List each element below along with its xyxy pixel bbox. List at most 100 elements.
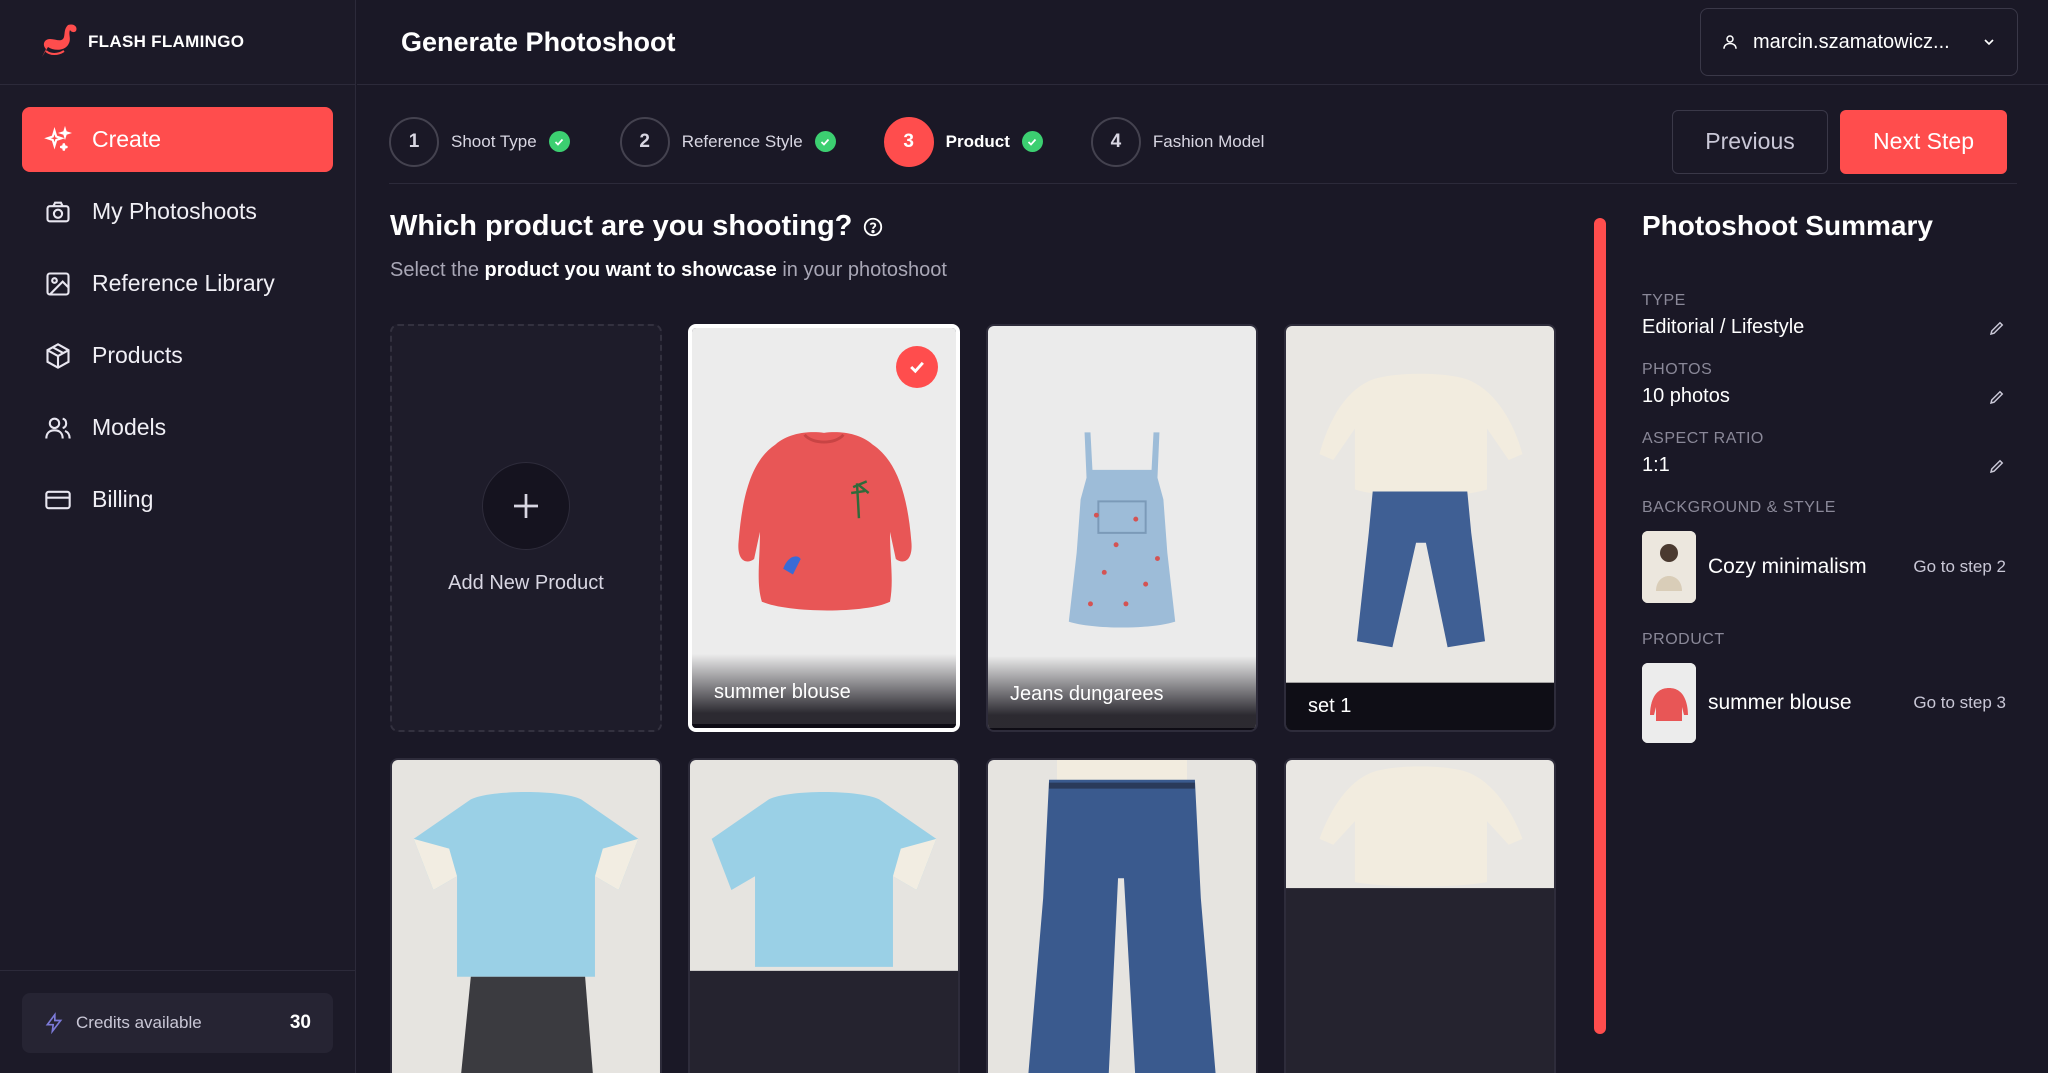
summary-title: Photoshoot Summary bbox=[1642, 210, 1933, 241]
summary-type: TYPE Editorial / Lifestyle bbox=[1642, 292, 2006, 339]
summary-ratio-value: 1:1 bbox=[1642, 454, 1670, 476]
lightning-icon bbox=[45, 1012, 63, 1034]
chevron-down-icon bbox=[1984, 39, 1994, 46]
credits-value: 30 bbox=[289, 1012, 311, 1033]
summary-product-label: PRODUCT bbox=[1642, 631, 1725, 648]
product-card-tshirt-set[interactable] bbox=[390, 758, 662, 1073]
product-image bbox=[988, 760, 1256, 1073]
product-card-summer-blouse[interactable]: summer blouse bbox=[688, 324, 960, 732]
user-menu-button[interactable]: marcin.szamatowicz... bbox=[1700, 8, 2018, 76]
section-subtitle: Select the product you want to showcase … bbox=[390, 259, 1560, 282]
background-thumbnail bbox=[1642, 531, 1696, 603]
selected-check-icon bbox=[896, 346, 938, 388]
sidebar-item-products[interactable]: Products bbox=[22, 323, 333, 388]
sparkles-icon bbox=[44, 125, 72, 151]
summary-photos-label: PHOTOS bbox=[1642, 361, 1713, 378]
previous-button[interactable]: Previous bbox=[1672, 109, 1828, 174]
product-card-jeans-dungarees[interactable]: Jeans dungarees bbox=[986, 324, 1258, 732]
sidebar-item-billing[interactable]: Billing bbox=[22, 467, 333, 532]
photoshoot-summary: Photoshoot Summary TYPE Editorial / Life… bbox=[1642, 210, 2006, 743]
summary-type-value: Editorial / Lifestyle bbox=[1642, 316, 1805, 338]
help-icon[interactable] bbox=[862, 216, 884, 238]
check-icon bbox=[548, 131, 570, 152]
camera-icon bbox=[46, 201, 70, 222]
sidebar-item-label: Create bbox=[92, 126, 162, 152]
edit-type-icon[interactable] bbox=[1988, 319, 2006, 337]
summary-product: PRODUCT summer blouse Go to step 3 bbox=[1642, 631, 2006, 743]
section-title: Which product are you shooting? bbox=[390, 210, 1560, 243]
summary-ratio-label: ASPECT RATIO bbox=[1642, 430, 1764, 447]
step-label: Product bbox=[945, 131, 1010, 151]
step-actions: Previous Next Step bbox=[1672, 109, 2007, 174]
box-icon bbox=[46, 342, 70, 369]
user-icon bbox=[1723, 35, 1737, 49]
sidebar-item-models[interactable]: Models bbox=[22, 395, 333, 460]
product-image bbox=[690, 760, 958, 1073]
users-icon bbox=[45, 417, 71, 439]
summary-background: BACKGROUND & STYLE Cozy minimalism Go to… bbox=[1642, 499, 2006, 603]
step-number: 4 bbox=[1090, 116, 1141, 167]
flamingo-logo-icon bbox=[42, 24, 77, 58]
step-shoot-type[interactable]: 1 Shoot Type bbox=[389, 116, 570, 167]
add-new-product-label: Add New Product bbox=[448, 571, 604, 594]
step-label: Shoot Type bbox=[451, 131, 537, 151]
go-to-step-2-link[interactable]: Go to step 2 bbox=[1913, 557, 2006, 577]
sidebar-item-reference-library[interactable]: Reference Library bbox=[22, 251, 333, 316]
step-number: 3 bbox=[883, 116, 934, 167]
summary-photos: PHOTOS 10 photos bbox=[1642, 361, 2006, 408]
product-grid-row-2 bbox=[390, 758, 1560, 1073]
summary-bg-value: Cozy minimalism bbox=[1708, 555, 1867, 578]
product-card-tshirt[interactable] bbox=[688, 758, 960, 1073]
go-to-step-3-link[interactable]: Go to step 3 bbox=[1913, 693, 2006, 713]
sidebar-item-label: Reference Library bbox=[92, 270, 275, 296]
summary-bg-label: BACKGROUND & STYLE bbox=[1642, 499, 1836, 516]
step-number: 2 bbox=[619, 116, 670, 167]
product-selection: Which product are you shooting? Select t… bbox=[390, 210, 1560, 1073]
check-icon bbox=[1021, 131, 1043, 152]
add-new-product-card[interactable]: Add New Product bbox=[390, 324, 662, 732]
product-image bbox=[1286, 760, 1554, 1073]
product-card-sweatshirt[interactable] bbox=[1284, 758, 1556, 1073]
subtitle-post: in your photoshoot bbox=[776, 259, 947, 281]
product-name: set 1 bbox=[1286, 684, 1554, 730]
sidebar-nav: Create My Photoshoots Reference Library … bbox=[0, 85, 355, 532]
sidebar-item-create[interactable]: Create bbox=[22, 107, 333, 172]
product-name: Jeans dungarees bbox=[988, 656, 1256, 730]
topbar: Generate Photoshoot marcin.szamatowicz..… bbox=[357, 0, 2048, 85]
plus-icon bbox=[482, 461, 570, 550]
step-fashion-model[interactable]: 4 Fashion Model bbox=[1090, 116, 1265, 167]
edit-photos-icon[interactable] bbox=[1988, 388, 2006, 406]
scroll-indicator[interactable] bbox=[1594, 218, 1606, 1034]
summary-product-value: summer blouse bbox=[1708, 691, 1852, 714]
step-number: 1 bbox=[389, 116, 439, 167]
product-card-set-1[interactable]: set 1 bbox=[1284, 324, 1556, 732]
step-reference-style[interactable]: 2 Reference Style bbox=[619, 116, 836, 167]
logo[interactable]: FLASH FLAMINGO bbox=[0, 0, 355, 85]
credits-label: Credits available bbox=[76, 1013, 202, 1032]
step-product[interactable]: 3 Product bbox=[883, 116, 1043, 167]
sidebar-footer: Credits available 30 bbox=[0, 970, 355, 1073]
stepper: 1 Shoot Type 2 Reference Style 3 Product… bbox=[389, 100, 2017, 184]
card-icon bbox=[45, 490, 71, 509]
product-grid: Add New Product summer blouse Jeans dung… bbox=[390, 324, 1560, 732]
subtitle-pre: Select the bbox=[390, 259, 485, 281]
page-title: Generate Photoshoot bbox=[401, 26, 676, 57]
credits-panel[interactable]: Credits available 30 bbox=[22, 993, 333, 1053]
summary-photos-value: 10 photos bbox=[1642, 385, 1730, 407]
product-card-jeans[interactable] bbox=[986, 758, 1258, 1073]
check-icon bbox=[814, 131, 836, 152]
product-name: summer blouse bbox=[692, 654, 956, 728]
subtitle-bold: product you want to showcase bbox=[484, 259, 777, 281]
next-step-button[interactable]: Next Step bbox=[1840, 109, 2007, 174]
step-label: Reference Style bbox=[681, 131, 803, 151]
summary-type-label: TYPE bbox=[1642, 292, 1686, 309]
sidebar: FLASH FLAMINGO Create My Photoshoots Ref… bbox=[0, 0, 356, 1073]
step-label: Fashion Model bbox=[1152, 131, 1265, 151]
product-thumbnail bbox=[1642, 663, 1696, 743]
image-icon bbox=[46, 271, 70, 296]
edit-ratio-icon[interactable] bbox=[1988, 457, 2006, 475]
product-image bbox=[1286, 326, 1554, 728]
product-image bbox=[392, 760, 660, 1073]
sidebar-item-my-photoshoots[interactable]: My Photoshoots bbox=[22, 179, 333, 244]
sidebar-item-label: Billing bbox=[92, 486, 154, 512]
